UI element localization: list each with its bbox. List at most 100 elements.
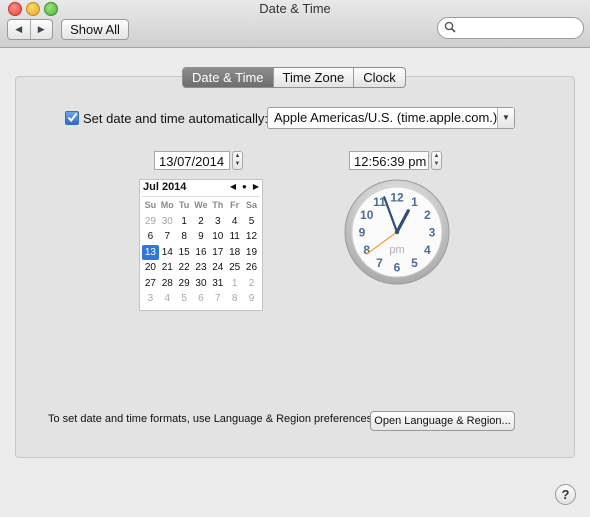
calendar-day[interactable]: 1 (176, 214, 193, 230)
clock-number: 7 (376, 256, 383, 270)
calendar-day[interactable]: 9 (243, 291, 260, 307)
window-title: Date & Time (259, 1, 331, 16)
calendar-day[interactable]: 21 (159, 260, 176, 276)
calendar-day[interactable]: 31 (209, 276, 226, 292)
calendar-day[interactable]: 13 (142, 244, 159, 260)
calendar-day[interactable]: 3 (142, 291, 159, 307)
calendar-day[interactable]: 2 (243, 276, 260, 292)
calendar-day[interactable]: 14 (159, 245, 176, 261)
calendar-weekday: Mo (160, 200, 174, 210)
calendar-day[interactable]: 12 (243, 229, 260, 245)
calendar-day[interactable]: 30 (193, 276, 210, 292)
calendar-day[interactable]: 16 (193, 245, 210, 261)
time-server-popup[interactable]: Apple Americas/U.S. (time.apple.com.) ▼ (267, 107, 515, 129)
calendar-weekday: Tu (178, 200, 190, 210)
formats-hint: To set date and time formats, use Langua… (48, 413, 376, 425)
previous-month-icon[interactable]: ◀ (230, 182, 236, 191)
calendar-day[interactable]: 3 (209, 214, 226, 230)
analog-clock: 12 1234567891011 pm (344, 179, 450, 285)
search-input[interactable] (462, 20, 576, 36)
calendar-week-row: 27 28 29 30 31 1 2 (142, 276, 260, 292)
calendar-nav: ◀ ● ▶ (230, 182, 259, 191)
calendar-day[interactable]: 8 (176, 229, 193, 245)
calendar-day[interactable]: 1 (226, 276, 243, 292)
open-language-region-button[interactable]: Open Language & Region... (370, 411, 515, 431)
time-field[interactable]: 12:56:39 pm (349, 151, 429, 170)
back-forward-group: ◀ ▶ (7, 19, 53, 40)
calendar-weekday: Th (212, 200, 224, 210)
calendar-day[interactable]: 2 (193, 214, 210, 230)
checkmark-icon (67, 112, 78, 123)
date-stepper[interactable]: ▲ ▼ (232, 151, 243, 170)
calendar-day[interactable]: 26 (243, 260, 260, 276)
calendar-day[interactable]: 28 (159, 276, 176, 292)
calendar-day[interactable]: 7 (209, 291, 226, 307)
calendar-day[interactable]: 5 (176, 291, 193, 307)
back-button[interactable]: ◀ (8, 20, 30, 39)
auto-set-row: Set date and time automatically: (65, 108, 268, 128)
calendar-day[interactable]: 5 (243, 214, 260, 230)
calendar-week-row: 29 30 1 2 3 4 5 (142, 214, 260, 230)
today-icon[interactable]: ● (242, 182, 247, 191)
calendar-day[interactable]: 27 (142, 276, 159, 292)
calendar-day[interactable]: 19 (243, 245, 260, 261)
forward-button[interactable]: ▶ (29, 20, 53, 39)
calendar-day[interactable]: 15 (176, 245, 193, 261)
clock-number: 2 (424, 208, 431, 222)
clock-number: 3 (429, 226, 436, 240)
calendar-weekday: Su (144, 200, 157, 210)
calendar-day[interactable]: 8 (226, 291, 243, 307)
show-all-button[interactable]: Show All (61, 19, 129, 40)
calendar-day[interactable]: 7 (159, 229, 176, 245)
calendar-week-row: 3456789 (142, 291, 260, 307)
calendar-grid: Su Mo Tu We Th Fr Sa 29 30 1 2 3 4 5 6 7 8 9 10 11 12 13 14 15 1… (142, 198, 260, 307)
calendar-day[interactable]: 23 (193, 260, 210, 276)
calendar-day[interactable]: 20 (142, 260, 159, 276)
calendar-week-row: 20 21 22 23 24 25 26 (142, 260, 260, 276)
tab-time-zone[interactable]: Time Zone (272, 68, 354, 87)
popup-arrow-icon: ▼ (497, 108, 514, 128)
calendar-week-row: 13 14 15 16 17 18 19 (142, 244, 260, 261)
calendar-day[interactable]: 4 (226, 214, 243, 230)
calendar-day[interactable]: 9 (193, 229, 210, 245)
date-field[interactable]: 13/07/2014 (154, 151, 230, 170)
clock-number: 10 (360, 208, 374, 222)
calendar-day[interactable]: 25 (226, 260, 243, 276)
search-field[interactable] (437, 17, 584, 39)
calendar-weekday-row: Su Mo Tu We Th Fr Sa (142, 198, 260, 214)
help-button[interactable]: ? (555, 484, 576, 505)
tab-date-time[interactable]: Date & Time (183, 68, 273, 87)
calendar-day[interactable]: 24 (209, 260, 226, 276)
calendar-weekday: We (194, 200, 208, 210)
clock-period: pm (389, 244, 404, 256)
clock-number: 5 (411, 256, 418, 270)
clock-number: 6 (394, 261, 401, 275)
tab-clock[interactable]: Clock (353, 68, 405, 87)
calendar-day[interactable]: 6 (193, 291, 210, 307)
tab-content-panel (15, 76, 575, 458)
time-server-value: Apple Americas/U.S. (time.apple.com.) (274, 110, 498, 125)
calendar-day[interactable]: 10 (209, 229, 226, 245)
clock-center-pin (394, 229, 400, 235)
calendar-day[interactable]: 11 (226, 229, 243, 245)
calendar-divider (142, 196, 260, 197)
calendar-day[interactable]: 29 (176, 276, 193, 292)
clock-number: 9 (359, 226, 366, 240)
calendar-week-row: 6 7 8 9 10 11 12 (142, 229, 260, 245)
next-month-icon[interactable]: ▶ (253, 182, 259, 191)
calendar-day[interactable]: 18 (226, 245, 243, 261)
calendar-day[interactable]: 29 (142, 214, 159, 230)
calendar[interactable]: Jul 2014 ◀ ● ▶ Su Mo Tu We Th Fr Sa 29 30 1 2 3 4 5 6 7… (139, 179, 263, 311)
calendar-weekday: Fr (230, 200, 240, 210)
calendar-day[interactable]: 22 (176, 260, 193, 276)
auto-set-checkbox[interactable] (65, 111, 79, 125)
calendar-day[interactable]: 4 (159, 291, 176, 307)
title-bar: Date & Time ◀ ▶ Show All (0, 0, 590, 48)
search-icon (444, 21, 456, 33)
calendar-day[interactable]: 30 (159, 214, 176, 230)
clock-number: 8 (363, 243, 370, 257)
clock-number: 1 (411, 195, 418, 209)
calendar-day[interactable]: 17 (209, 245, 226, 261)
calendar-day[interactable]: 6 (142, 229, 159, 245)
time-stepper[interactable]: ▲ ▼ (431, 151, 442, 170)
